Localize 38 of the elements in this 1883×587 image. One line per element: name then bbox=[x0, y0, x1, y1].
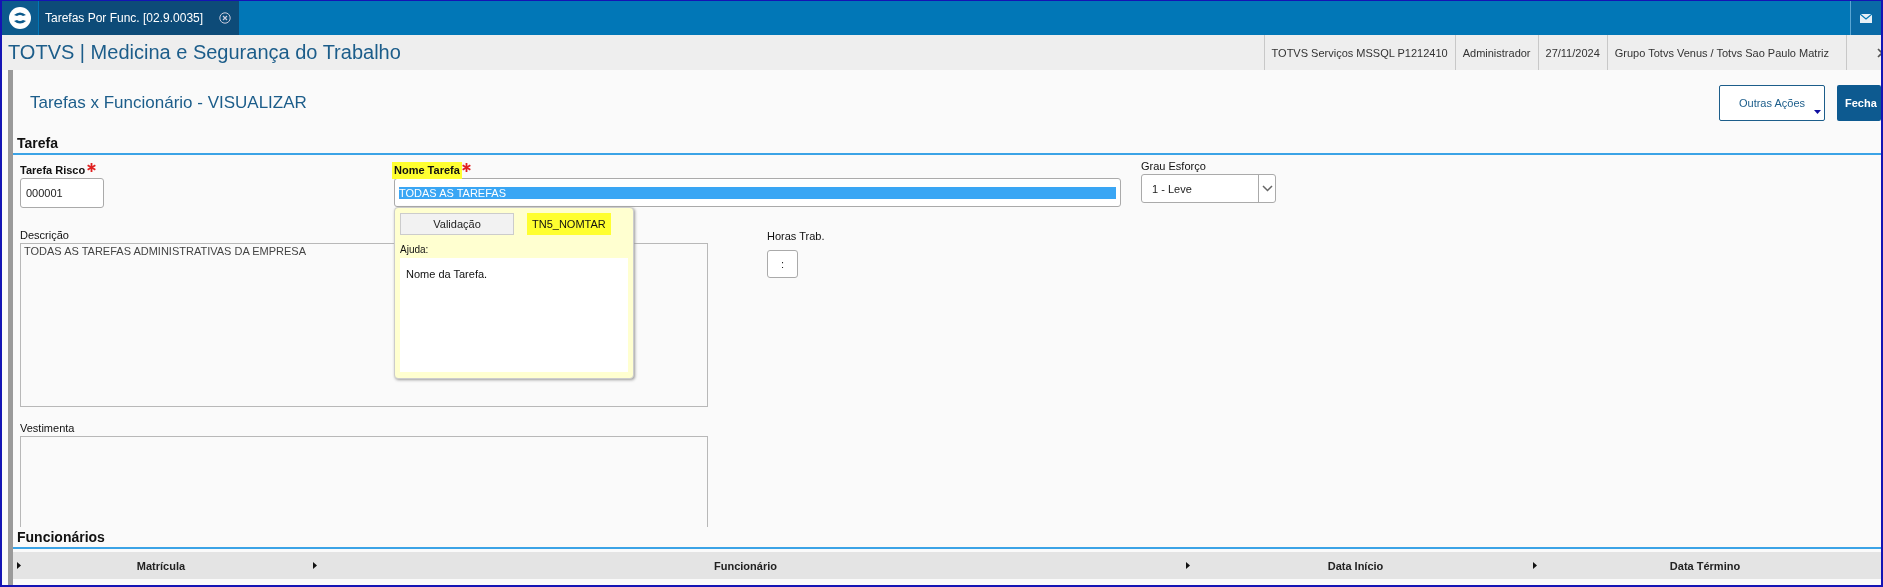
caret-icon bbox=[1814, 109, 1821, 114]
expand-icon[interactable] bbox=[1186, 562, 1190, 569]
section-title: Funcionários bbox=[13, 529, 1881, 549]
select-field[interactable]: 1 - Leve bbox=[1141, 174, 1276, 203]
field-label: Horas Trab. bbox=[767, 230, 825, 243]
input-field[interactable]: : bbox=[767, 250, 798, 278]
required-icon bbox=[461, 163, 471, 172]
input-field[interactable]: 000001 bbox=[20, 178, 104, 208]
info-cell: 27/11/2024 bbox=[1537, 35, 1607, 70]
help-label: Ajuda: bbox=[400, 244, 430, 255]
app-title: TOTVS | Medicina e Segurança do Trabalho bbox=[7, 41, 401, 64]
validation-button[interactable]: Validação bbox=[400, 213, 514, 235]
column-header[interactable]: Data Início bbox=[1182, 552, 1529, 579]
expand-icon[interactable] bbox=[1533, 562, 1537, 569]
logo-icon[interactable] bbox=[2, 1, 38, 35]
more-actions-button[interactable]: Outras Ações bbox=[1719, 84, 1825, 121]
column-header[interactable]: Funcionário bbox=[309, 552, 1182, 579]
section-title: Tarefa bbox=[13, 135, 1881, 155]
expand-icon[interactable] bbox=[17, 562, 21, 569]
help-text: Nome da Tarefa. bbox=[406, 268, 488, 280]
info-cell: Grupo Totvs Venus / Totvs Sao Paulo Matriz bbox=[1606, 35, 1836, 70]
field-label: Tarefa Risco bbox=[20, 164, 86, 177]
page-title: Tarefas x Funcionário - VISUALIZAR bbox=[30, 92, 307, 113]
mail-button[interactable] bbox=[1850, 1, 1881, 35]
field-label: Grau Esforço bbox=[1141, 160, 1206, 173]
expand-icon[interactable] bbox=[313, 562, 317, 569]
chevron-down-icon bbox=[1261, 185, 1273, 192]
required-icon bbox=[87, 163, 97, 172]
mail-icon bbox=[1860, 13, 1872, 23]
field-label: Nome Tarefa bbox=[394, 164, 460, 177]
field-label: Descrição bbox=[20, 229, 69, 242]
field-label: Vestimenta bbox=[20, 422, 75, 435]
column-header[interactable]: Data Término bbox=[1529, 552, 1881, 579]
info-cell: TOTVS Serviços MSSQL P1212410 bbox=[1263, 35, 1455, 70]
column-header[interactable]: Matrícula bbox=[13, 552, 309, 579]
tab[interactable]: Tarefas Por Func. [02.9.0035] bbox=[39, 1, 239, 35]
info-cell: Administrador bbox=[1454, 35, 1538, 70]
close-button[interactable]: Fecha bbox=[1837, 84, 1881, 121]
